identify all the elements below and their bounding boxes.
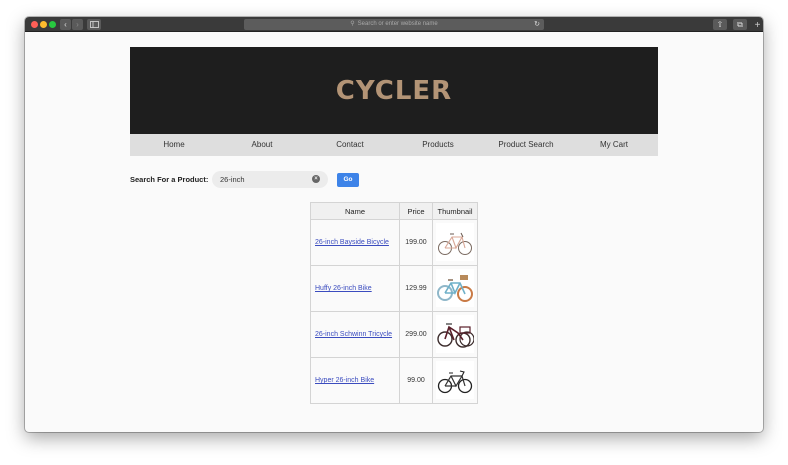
address-bar[interactable]: ⚲ Search or enter website name ↻ [244,19,544,30]
clear-icon[interactable]: × [312,175,320,183]
product-name-cell: Hyper 26-inch Bike [310,357,400,404]
plus-icon[interactable]: + [752,20,763,32]
search-icon: ⚲ [350,21,355,27]
product-price: 299.00 [399,311,433,358]
table-row: Hyper 26-inch Bike 99.00 [310,357,478,404]
nav-item-product-search[interactable]: Product Search [482,134,570,156]
column-header-name: Name [310,202,400,220]
site-header: CYCLER [130,47,658,134]
reload-icon[interactable]: ↻ [534,19,540,30]
product-link[interactable]: 26-inch Bayside Bicycle [315,239,389,246]
table-row: 26-inch Bayside Bicycle 199.00 [310,219,478,266]
nav-item-about[interactable]: About [218,134,306,156]
minimize-window-button[interactable] [40,21,47,28]
column-header-thumbnail: Thumbnail [432,202,478,220]
product-name-cell: Huffy 26-inch Bike [310,265,400,312]
product-name-cell: 26-inch Schwinn Tricycle [310,311,400,358]
table-row: 26-inch Schwinn Tricycle 299.00 [310,311,478,358]
search-box: × [212,171,328,188]
search-input[interactable] [220,173,306,186]
browser-window: ‹ › ⚲ Search or enter website name ↻ ⇧ ⧉ … [25,17,763,432]
sidebar-icon[interactable] [87,19,101,30]
site-logo: CYCLER [335,75,453,106]
share-icon[interactable]: ⇧ [713,19,727,30]
nav-item-contact[interactable]: Contact [306,134,394,156]
product-price: 129.99 [399,265,433,312]
table-header-row: Name Price Thumbnail [310,202,478,220]
blue-cruiser-bike-thumbnail[interactable] [436,268,474,307]
address-placeholder: Search or enter website name [357,21,438,27]
product-link[interactable]: 26-inch Schwinn Tricycle [315,331,392,338]
product-name-cell: 26-inch Bayside Bicycle [310,219,400,266]
column-header-price: Price [399,202,433,220]
table-row: Huffy 26-inch Bike 129.99 [310,265,478,312]
thumbnail-cell [432,265,478,312]
browser-toolbar: ‹ › ⚲ Search or enter website name ↻ ⇧ ⧉ … [25,17,763,32]
product-search-form: Search For a Product: × Go [130,171,430,188]
tabs-icon[interactable]: ⧉ [733,19,747,30]
product-link[interactable]: Huffy 26-inch Bike [315,285,372,292]
forward-icon[interactable]: › [72,19,83,30]
thumbnail-cell [432,219,478,266]
search-label: Search For a Product: [130,175,209,184]
product-price: 99.00 [399,357,433,404]
close-window-button[interactable] [31,21,38,28]
main-nav: Home About Contact Products Product Sear… [130,134,658,156]
results-table: Name Price Thumbnail 26-inch Bayside Bic… [310,202,478,404]
thumbnail-cell [432,311,478,358]
nav-item-products[interactable]: Products [394,134,482,156]
nav-item-home[interactable]: Home [130,134,218,156]
product-price: 199.00 [399,219,433,266]
product-link[interactable]: Hyper 26-inch Bike [315,377,374,384]
go-button[interactable]: Go [337,173,359,187]
tricycle-thumbnail[interactable] [436,314,474,353]
back-icon[interactable]: ‹ [60,19,71,30]
nav-item-my-cart[interactable]: My Cart [570,134,658,156]
black-cruiser-bike-thumbnail[interactable] [436,360,474,399]
thumbnail-cell [432,357,478,404]
cruiser-bicycle-thumbnail[interactable] [436,222,474,261]
zoom-window-button[interactable] [49,21,56,28]
